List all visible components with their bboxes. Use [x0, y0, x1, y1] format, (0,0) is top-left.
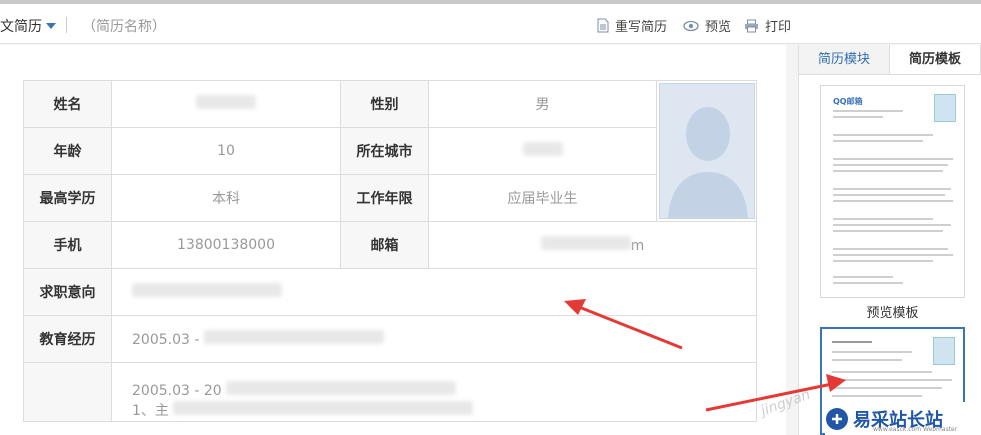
thumb-photo	[933, 337, 955, 365]
photo-cell[interactable]	[656, 80, 757, 222]
rewrite-resume-button[interactable]: 重写简历	[597, 16, 667, 35]
phone-value[interactable]: 13800138000	[111, 221, 341, 269]
edu-date: 2005.03 -	[132, 332, 200, 348]
template-thumbnail[interactable]: QQ邮箱	[820, 85, 965, 298]
thumb-photo	[934, 94, 956, 122]
divider	[66, 17, 67, 33]
tab-resume-modules[interactable]: 简历模块	[799, 45, 890, 74]
toolbar: 文简历 （简历名称） 重写简历 预览 打印	[0, 4, 981, 44]
edu-history-label: 教育经历	[23, 315, 112, 363]
resume-type-label[interactable]: 文简历	[0, 16, 42, 36]
gender-label: 性别	[340, 80, 429, 128]
resume-editor: 姓名 性别 男 年龄 10 所在城市 最高学历 本科 工作年限 应届毕业生 手机…	[0, 45, 786, 435]
site-sub: www.easck.com Webmaster	[873, 426, 958, 433]
preview-label: 预览	[705, 20, 732, 35]
site-watermark: 易采站长站 www.easck.com Webmaster	[825, 402, 981, 435]
document-icon	[597, 18, 609, 33]
name-label: 姓名	[23, 80, 112, 128]
eye-icon	[683, 20, 699, 31]
preview-button[interactable]: 预览	[683, 16, 731, 35]
basic-info-table: 姓名 性别 男 年龄 10 所在城市 最高学历 本科 工作年限 应届毕业生 手机…	[23, 80, 757, 422]
education-label: 最高学历	[23, 174, 112, 222]
email-label: 邮箱	[340, 221, 429, 269]
education-value[interactable]: 本科	[111, 174, 341, 222]
template-panel: 简历模块 简历模板 QQ邮箱 预览模板	[798, 45, 981, 435]
gender-value[interactable]: 男	[428, 80, 657, 128]
work-years-label: 工作年限	[340, 174, 429, 222]
resume-name-field[interactable]: （简历名称）	[82, 16, 166, 36]
avatar[interactable]	[659, 83, 755, 219]
site-logo-icon	[826, 407, 848, 430]
work-years-value[interactable]: 应届毕业生	[428, 174, 657, 222]
thumb-title: QQ邮箱	[833, 97, 863, 106]
rewrite-resume-label: 重写简历	[615, 20, 668, 35]
edu-history-value[interactable]: 2005.03 -	[111, 315, 757, 363]
city-value[interactable]	[428, 127, 657, 175]
tab-resume-templates[interactable]: 简历模板	[890, 45, 981, 74]
work-date: 2005.03 - 20	[132, 383, 222, 399]
work-history-label	[23, 362, 112, 422]
name-value[interactable]	[111, 80, 341, 128]
resume-document: 姓名 性别 男 年龄 10 所在城市 最高学历 本科 工作年限 应届毕业生 手机…	[23, 80, 757, 422]
printer-icon	[745, 19, 758, 32]
intention-value[interactable]	[111, 268, 757, 316]
chevron-down-icon[interactable]	[46, 23, 56, 29]
panel-tabs: 简历模块 简历模板	[799, 45, 981, 75]
email-value[interactable]: m	[428, 221, 757, 269]
city-label: 所在城市	[340, 127, 429, 175]
person-silhouette-icon	[668, 107, 748, 218]
work-history-value[interactable]: 2005.03 - 20 1、主	[111, 362, 757, 422]
phone-label: 手机	[23, 221, 112, 269]
work-item: 1、主	[132, 403, 169, 419]
age-value[interactable]: 10	[111, 127, 341, 175]
print-label: 打印	[765, 20, 792, 35]
intention-label: 求职意向	[23, 268, 112, 316]
preview-template-link[interactable]: 预览模板	[820, 302, 965, 321]
age-label: 年龄	[23, 127, 112, 175]
email-suffix: m	[630, 238, 645, 254]
print-button[interactable]: 打印	[744, 16, 791, 35]
